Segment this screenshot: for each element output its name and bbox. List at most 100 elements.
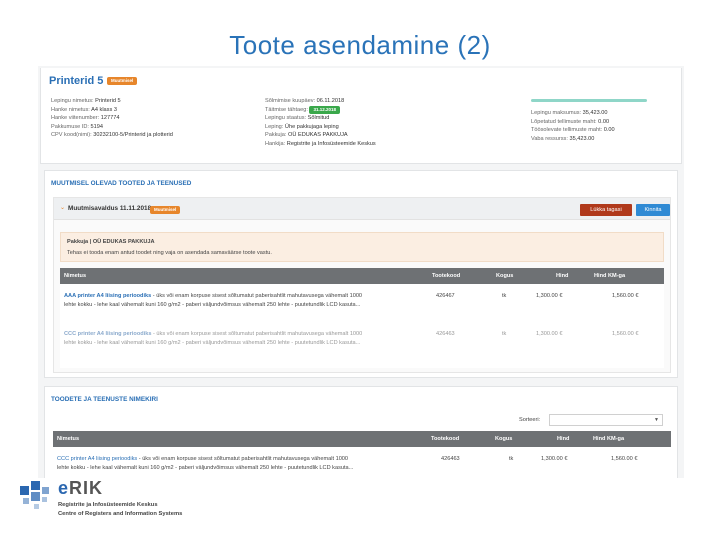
product-list-title: TOODETE JA TEENUSTE NIMEKIRI: [51, 396, 158, 403]
col-header-price-vat[interactable]: Hind KM-ga: [594, 273, 625, 279]
table-row: AAA printer A4 liising perioodiks - üks …: [60, 292, 664, 322]
chevron-down-icon[interactable]: ⌄: [60, 204, 65, 211]
changes-section: MUUTMISEL OLEVAD TOOTED JA TEENUSED ⌄ Mu…: [44, 170, 678, 378]
status-badge: Muutmisel: [107, 77, 138, 85]
changes-section-title: MUUTMISEL OLEVAD TOOTED JA TEENUSED: [51, 180, 192, 187]
col-header-name[interactable]: Nimetus: [64, 273, 86, 279]
detail-value: Ühe pakkujaga leping: [284, 123, 339, 130]
col-header-price-vat[interactable]: Hind KM-ga: [593, 436, 624, 442]
table-header: Nimetus Tootekood Kogus Hind Hind KM-ga: [60, 268, 664, 284]
product-code: 426463: [436, 331, 455, 337]
changes-table: Nimetus Tootekood Kogus Hind Hind KM-ga …: [60, 268, 664, 368]
detail-value: 127774: [100, 115, 120, 121]
table-header: Nimetus Tootekood Kogus Hind Hind KM-ga: [53, 431, 671, 447]
detail-row: Pakkuja: OÜ EDUKAS PAKKUJA: [265, 131, 376, 140]
detail-value: Printerid 5: [95, 98, 121, 104]
product-list-section: TOODETE JA TEENUSTE NIMEKIRI Sorteeri: ▼…: [44, 386, 678, 478]
deadline-badge: 31.12.2018: [309, 105, 341, 114]
logo-wordmark: eRIK: [58, 478, 103, 499]
notice-text: Tehas ei tooda enam antud toodet ning va…: [67, 250, 272, 256]
product-code: 426463: [441, 456, 460, 462]
detail-value: 06.11.2018: [316, 98, 345, 104]
logo-rik: RIK: [69, 478, 104, 498]
detail-row: Täitmise tähtaeg: 31.12.2018: [265, 105, 376, 115]
contract-finance-col: Lepingu maksumus: 35,423.00 Lõpetatud te…: [531, 109, 615, 143]
product-link[interactable]: CCC printer A4 liising perioodiks: [64, 331, 151, 337]
product-link[interactable]: CCC printer A4 liising perioodiks: [57, 456, 137, 462]
detail-value: 30232100-5/Printerid ja plotterid: [93, 132, 173, 138]
detail-row: Lepingu staatus: Sõlmitud: [265, 114, 376, 123]
product-description: AAA printer A4 liising perioodiks - üks …: [64, 292, 368, 309]
col-header-qty[interactable]: Kogus: [496, 273, 513, 279]
col-header-price[interactable]: Hind: [557, 436, 569, 442]
change-request-header[interactable]: ⌄ Muutmisavaldus 11.11.2018 Muutmisel Lü…: [54, 198, 670, 220]
detail-label: Leping:: [265, 123, 284, 130]
detail-label: Pakkumuse ID:: [51, 123, 89, 130]
detail-label: Lepingu staatus:: [265, 115, 307, 121]
logo-mark: [31, 481, 40, 490]
finance-label: Töösolevate tellimuste maht:: [531, 127, 603, 133]
col-header-name[interactable]: Nimetus: [57, 436, 79, 442]
product-description: CCC printer A4 liising perioodiks - üks …: [57, 455, 361, 472]
detail-row: CPV kood(nimi): 30232100-5/Printerid ja …: [51, 131, 173, 140]
confirm-button[interactable]: Kinnita: [636, 204, 670, 216]
table-row: CCC printer A4 liising perioodiks - üks …: [53, 455, 671, 478]
detail-label: Sõlmimise kuupäev:: [265, 98, 316, 104]
finance-label: Vaba ressurss:: [531, 135, 568, 142]
col-header-price[interactable]: Hind: [556, 273, 568, 279]
contract-title: Printerid 5: [49, 75, 104, 87]
finance-label: Lepingu maksumus:: [531, 110, 582, 116]
product-link[interactable]: AAA printer A4 liising perioodiks: [64, 293, 151, 299]
supplier-notice: Pakkuja | OÜ EDUKAS PAKKUJA Tehas ei too…: [60, 232, 664, 262]
table-row-removed: CCC printer A4 liising perioodiks - üks …: [60, 330, 664, 360]
finance-value: 0.00: [598, 118, 610, 125]
caret-down-icon: ▼: [654, 417, 659, 423]
detail-row: Leping: Ühe pakkujaga leping: [265, 123, 376, 132]
detail-value: Sõlmitud: [307, 115, 330, 121]
slide-title: Toote asendamine (2): [229, 30, 491, 60]
change-status-badge: Muutmisel: [150, 206, 181, 214]
product-price-vat: 1,560.00 €: [612, 293, 639, 299]
reject-button[interactable]: Lükka tagasi: [580, 204, 632, 216]
logo-mark: [31, 492, 40, 501]
product-qty: tk: [509, 456, 514, 462]
finance-row: Töösolevate tellimuste maht: 0.00: [531, 126, 615, 135]
finance-value: 35,423.00: [569, 135, 595, 142]
contract-details-col1: Lepingu nimetus: Printerid 5 Hanke nimet…: [51, 97, 173, 140]
detail-value: Registrite ja Infosüsteemide Keskus: [286, 140, 376, 147]
app-screenshot: Printerid 5 Muutmisel Lepingu nimetus: P…: [38, 66, 684, 478]
detail-label: Hanke nimetus:: [51, 106, 90, 113]
logo-e: e: [58, 478, 70, 498]
finance-label: Lõpetatud tellimuste maht:: [531, 118, 597, 125]
product-description: CCC printer A4 liising perioodiks - üks …: [64, 330, 368, 347]
detail-value: 5194: [90, 123, 103, 130]
detail-label: Täitmise tähtaeg:: [265, 106, 308, 113]
col-header-code[interactable]: Tootekood: [431, 436, 459, 442]
logo-mark: [34, 504, 39, 509]
col-header-code[interactable]: Tootekood: [432, 273, 460, 279]
sort-label: Sorteeri:: [519, 417, 541, 423]
detail-value: OÜ EDUKAS PAKKUJA: [288, 132, 348, 138]
detail-row: Pakkumuse ID: 5194: [51, 123, 173, 132]
product-code: 426467: [436, 293, 455, 299]
detail-row: Hanke nimetus: A4 klass 3: [51, 106, 173, 115]
col-header-qty[interactable]: Kogus: [495, 436, 512, 442]
finance-row: Lõpetatud tellimuste maht: 0.00: [531, 118, 615, 127]
product-qty: tk: [502, 293, 507, 299]
sort-select[interactable]: ▼: [549, 414, 663, 426]
detail-row: Hankija: Registrite ja Infosüsteemide Ke…: [265, 140, 376, 149]
contract-info-card: Printerid 5 Muutmisel Lepingu nimetus: P…: [40, 68, 682, 164]
logo-mark: [42, 487, 49, 494]
finance-value: 35,423.00: [582, 110, 608, 116]
detail-label: Lepingu nimetus:: [51, 98, 94, 104]
product-price: 1,300.00 €: [541, 456, 568, 462]
change-request-panel: ⌄ Muutmisavaldus 11.11.2018 Muutmisel Lü…: [53, 197, 671, 373]
contract-details-col2: Sõlmimise kuupäev: 06.11.2018 Täitmise t…: [265, 97, 376, 148]
detail-label: CPV kood(nimi):: [51, 132, 92, 138]
finance-row: Lepingu maksumus: 35,423.00: [531, 109, 615, 118]
detail-value: A4 klass 3: [91, 106, 117, 113]
product-table: Nimetus Tootekood Kogus Hind Hind KM-ga …: [53, 431, 671, 478]
resource-progress-bar: [531, 99, 647, 102]
detail-label: Hankija:: [265, 140, 286, 147]
logo-mark: [23, 498, 29, 504]
